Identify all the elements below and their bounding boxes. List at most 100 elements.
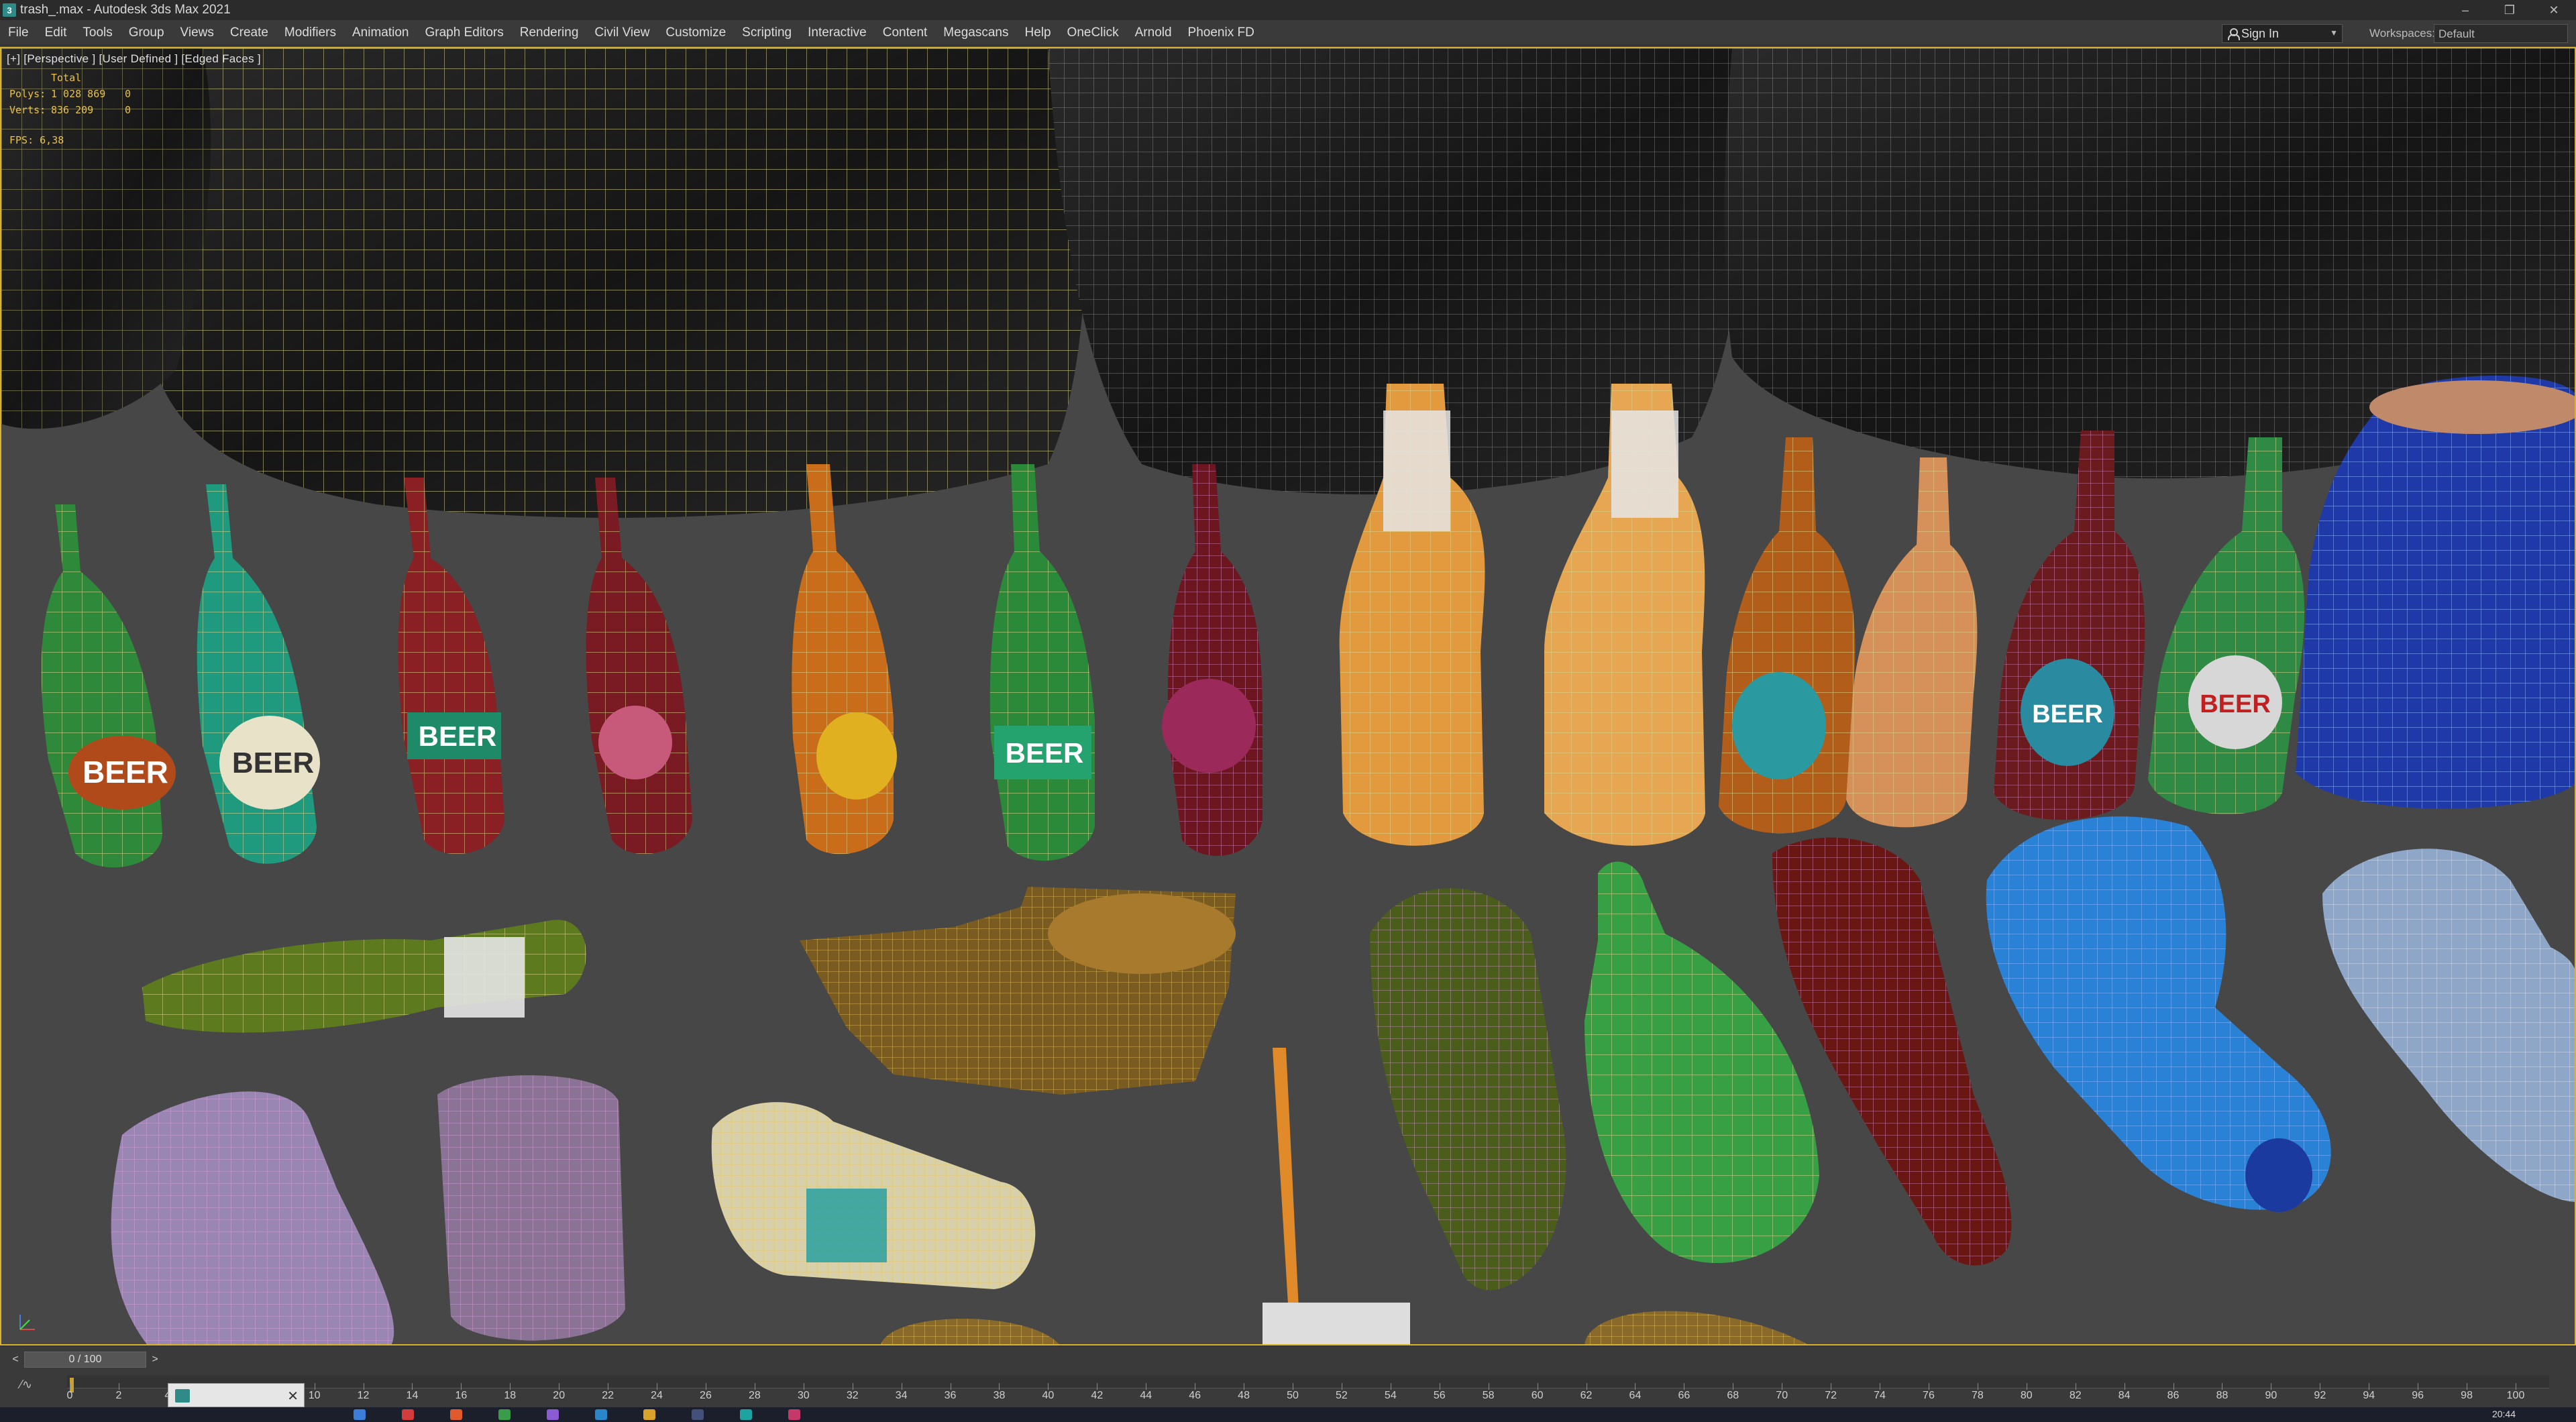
polys-value: 1 028 869	[51, 88, 106, 100]
menu-group[interactable]: Group	[121, 20, 172, 46]
app-icon: 3	[3, 3, 16, 17]
tick-label: 38	[993, 1390, 1006, 1401]
perspective-viewport[interactable]: BEER BEER BEER BEER BEER BEER [+] [Persp…	[0, 47, 2576, 1346]
taskbar-preview-popup[interactable]: ✕	[168, 1383, 305, 1407]
menu-content[interactable]: Content	[875, 20, 936, 46]
menu-bar: File Edit Tools Group Views Create Modif…	[0, 20, 2576, 46]
tick-label: 66	[1678, 1390, 1690, 1401]
menu-megascans[interactable]: Megascans	[935, 20, 1016, 46]
menu-animation[interactable]: Animation	[344, 20, 417, 46]
tick-label: 26	[700, 1390, 712, 1401]
close-button[interactable]: ✕	[2532, 0, 2576, 20]
statistics-overlay: Total Polys: 1 028 869 0 Verts: 836 209 0	[9, 70, 131, 118]
time-slider-thumb[interactable]: 0 / 100	[24, 1352, 146, 1368]
taskbar-app-button[interactable]	[450, 1409, 462, 1420]
detergent-bottle-white	[2322, 849, 2575, 1202]
taskbar-app-button[interactable]	[547, 1409, 559, 1420]
menu-edit[interactable]: Edit	[37, 20, 75, 46]
tick-label: 78	[1971, 1390, 1984, 1401]
sign-in-dropdown[interactable]: Sign In ▼	[2222, 24, 2343, 43]
cup-lying-white	[711, 1102, 1036, 1289]
tick-label: 20	[553, 1390, 566, 1401]
tick-label: 48	[1238, 1390, 1250, 1401]
bottle-brown-1	[1719, 437, 1856, 834]
fps-value: 6,38	[40, 134, 64, 146]
title-bar: 3 trash_.max - Autodesk 3ds Max 2021 – ❐…	[0, 0, 2576, 20]
menu-help[interactable]: Help	[1016, 20, 1059, 46]
taskbar-app-button[interactable]	[498, 1409, 511, 1420]
menu-civil-view[interactable]: Civil View	[586, 20, 657, 46]
track-lane[interactable]	[67, 1375, 2549, 1388]
curve-editor-icon[interactable]: ⁄∿	[20, 1378, 32, 1392]
menu-interactive[interactable]: Interactive	[800, 20, 875, 46]
tick-mark	[461, 1383, 462, 1390]
tick-label: 46	[1189, 1390, 1201, 1401]
straw-orange	[1263, 1048, 1410, 1344]
menu-phoenix-fd[interactable]: Phoenix FD	[1180, 20, 1263, 46]
tick-label: 92	[2314, 1390, 2326, 1401]
taskbar-app-button[interactable]	[643, 1409, 655, 1420]
tick-label: 12	[357, 1390, 370, 1401]
tick-label: 22	[602, 1390, 614, 1401]
tick-label: 42	[1091, 1390, 1104, 1401]
scene-render: BEER BEER BEER BEER BEER BEER	[1, 48, 2575, 1344]
tick-label: 70	[1776, 1390, 1788, 1401]
tick-label: 52	[1336, 1390, 1348, 1401]
tick-label: 82	[2069, 1390, 2082, 1401]
tick-label: 64	[1629, 1390, 1642, 1401]
menu-scripting[interactable]: Scripting	[734, 20, 800, 46]
taskbar-app-button[interactable]	[595, 1409, 607, 1420]
beer-label-text-2: BEER	[232, 747, 314, 779]
tick-label: 40	[1042, 1390, 1055, 1401]
menu-file[interactable]: File	[0, 20, 37, 46]
tick-mark	[999, 1383, 1000, 1390]
menu-create[interactable]: Create	[222, 20, 276, 46]
bottle-green-2	[989, 464, 1095, 861]
tick-label: 62	[1580, 1390, 1593, 1401]
prev-frame-button[interactable]: <	[9, 1353, 21, 1366]
tick-label: 98	[2461, 1390, 2473, 1401]
trash-bag-left	[105, 48, 1086, 518]
tick-label: 80	[2020, 1390, 2033, 1401]
tick-label: 50	[1287, 1390, 1299, 1401]
menu-rendering[interactable]: Rendering	[512, 20, 587, 46]
taskbar-app-button[interactable]	[788, 1409, 800, 1420]
time-slider[interactable]: < 0 / 100 >	[0, 1346, 2576, 1372]
tick-mark	[412, 1383, 413, 1390]
close-icon[interactable]: ✕	[287, 1388, 299, 1405]
taskbar-app-button[interactable]	[740, 1409, 752, 1420]
taskbar-app-button[interactable]	[402, 1409, 414, 1420]
tick-label: 30	[797, 1390, 810, 1401]
tick-label: 76	[1923, 1390, 1935, 1401]
bottle-lying-green	[142, 920, 587, 1033]
bottle-tan-1	[1846, 457, 1978, 828]
tick-label: 2	[115, 1390, 122, 1401]
beer-label-text-6: BEER	[2200, 690, 2271, 718]
bottle-red-2	[586, 478, 692, 855]
tick-label: 74	[1874, 1390, 1886, 1401]
taskbar-app-button[interactable]	[692, 1409, 704, 1420]
track-bar[interactable]: ⁄∿ 0246810121416182022242628303234363840…	[0, 1372, 2576, 1407]
menu-graph-editors[interactable]: Graph Editors	[417, 20, 512, 46]
next-frame-button[interactable]: >	[149, 1353, 161, 1366]
tick-label: 14	[406, 1390, 419, 1401]
workspace-select[interactable]: Default	[2434, 24, 2568, 43]
viewport-label[interactable]: [+] [Perspective ] [User Defined ] [Edge…	[7, 52, 261, 66]
tick-label: 24	[651, 1390, 663, 1401]
window-controls: – ❐ ✕	[2443, 0, 2576, 20]
tick-label: 88	[2216, 1390, 2229, 1401]
menu-oneclick[interactable]: OneClick	[1059, 20, 1127, 46]
menu-views[interactable]: Views	[172, 20, 222, 46]
minimize-button[interactable]: –	[2443, 0, 2487, 20]
menu-customize[interactable]: Customize	[657, 20, 734, 46]
tick-label: 84	[2118, 1390, 2131, 1401]
tick-label: 44	[1140, 1390, 1152, 1401]
beer-label-text-3: BEER	[419, 720, 497, 752]
tick-label: 36	[944, 1390, 957, 1401]
menu-modifiers[interactable]: Modifiers	[276, 20, 344, 46]
restore-button[interactable]: ❐	[2487, 0, 2532, 20]
bottle-darkred-1	[1994, 431, 2145, 820]
menu-tools[interactable]: Tools	[74, 20, 120, 46]
taskbar-app-button[interactable]	[354, 1409, 366, 1420]
menu-arnold[interactable]: Arnold	[1127, 20, 1180, 46]
